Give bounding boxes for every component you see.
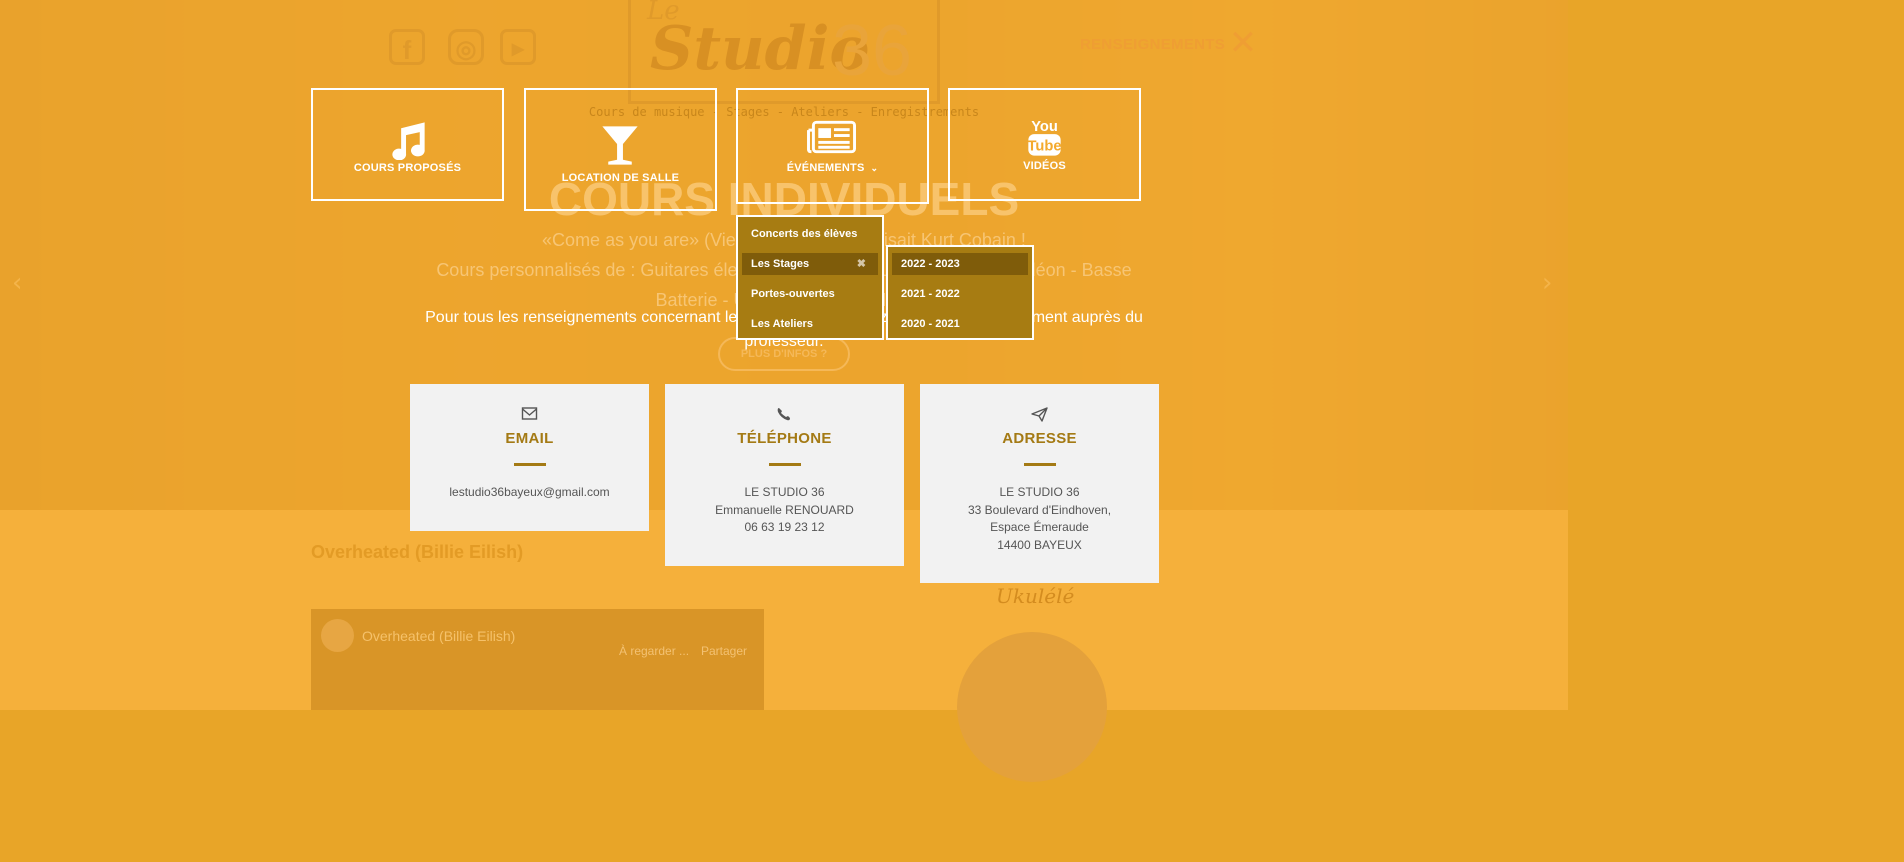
address-divider (1023, 463, 1056, 466)
video-share[interactable]: Partager (701, 644, 747, 658)
slider-next-arrow[interactable]: › (1542, 268, 1552, 298)
tile-evenements[interactable]: ÉVÉNEMENTS ⌄ (736, 88, 929, 204)
submenu-item-2021-2022[interactable]: 2021 - 2022 (892, 283, 1028, 305)
tile-location-salle[interactable]: LOCATION DE SALLE (524, 88, 717, 211)
phone-divider (768, 463, 801, 466)
music-note-icon (392, 122, 425, 160)
email-title: EMAIL (505, 430, 554, 447)
address-title: ADRESSE (1002, 430, 1077, 447)
ukulele-label: Ukulélé (996, 584, 1075, 608)
newspaper-icon (807, 120, 857, 154)
email-address[interactable]: lestudio36bayeux@gmail.com (410, 485, 649, 499)
svg-text:Tube: Tube (1028, 139, 1062, 155)
phone-icon (777, 408, 790, 421)
contact-menu-label[interactable]: RENSEIGNEMENTS (1080, 36, 1225, 53)
address-line-1: LE STUDIO 36 (999, 485, 1080, 499)
paper-plane-icon (1031, 407, 1048, 422)
dropdown-item-concerts[interactable]: Concerts des élèves (742, 223, 878, 245)
dropdown-item-stages-label: Les Stages (751, 258, 810, 270)
video-title[interactable]: Overheated (Billie Eilish) (362, 628, 515, 644)
contact-card-address: ADRESSE LE STUDIO 36 33 Boulevard d'Eind… (920, 384, 1159, 583)
chevron-down-icon: ⌄ (870, 163, 879, 173)
contact-card-email: EMAIL lestudio36bayeux@gmail.com (410, 384, 649, 531)
email-divider (513, 463, 546, 466)
submenu-item-2022-2023[interactable]: 2022 - 2023 (892, 253, 1028, 275)
slider-prev-arrow[interactable]: ‹ (12, 268, 22, 298)
tile-label-location: LOCATION DE SALLE (561, 172, 680, 184)
phone-number[interactable]: 06 63 19 23 12 (665, 520, 904, 534)
events-dropdown: Concerts des élèves Les Stages ✖ Portes-… (736, 215, 884, 340)
phone-title: TÉLÉPHONE (737, 430, 832, 447)
video-embed[interactable] (311, 609, 764, 710)
tile-cours-proposes[interactable]: COURS PROPOSÉS (311, 88, 504, 201)
close-submenu-icon[interactable]: ✖ (857, 253, 866, 275)
video-section-title: Overheated (Billie Eilish) (311, 542, 524, 562)
close-icon[interactable]: ✕ (1228, 26, 1258, 60)
youtube-logo-icon: You Tube (1028, 119, 1062, 156)
dropdown-item-portes-ouvertes[interactable]: Portes-ouvertes (742, 283, 878, 305)
tile-label-evenements: ÉVÉNEMENTS ⌄ (738, 162, 927, 174)
phone-line-1: LE STUDIO 36 (744, 485, 825, 499)
contact-card-phone: TÉLÉPHONE LE STUDIO 36 Emmanuelle RENOUA… (665, 384, 904, 566)
tile-label-cours: COURS PROPOSÉS (353, 162, 462, 174)
tile-videos[interactable]: You Tube VIDÉOS (948, 88, 1141, 201)
submenu-item-2020-2021[interactable]: 2020 - 2021 (892, 313, 1028, 335)
video-watch-later[interactable]: À regarder ... (619, 644, 689, 658)
address-line-2: 33 Boulevard d'Eindhoven, (967, 503, 1112, 517)
video-channel-avatar (321, 619, 354, 652)
phone-line-2: Emmanuelle RENOUARD (715, 503, 854, 517)
dropdown-item-ateliers[interactable]: Les Ateliers (742, 313, 878, 335)
tile-label-videos: VIDÉOS (1023, 160, 1066, 172)
evenements-label: ÉVÉNEMENTS (786, 162, 865, 174)
envelope-icon (521, 407, 538, 420)
svg-text:You: You (1031, 119, 1058, 135)
ukulele-image (957, 632, 1107, 782)
stages-submenu: 2022 - 2023 2021 - 2022 2020 - 2021 (886, 245, 1034, 340)
address-line-3: Espace Émeraude (990, 520, 1089, 534)
youtube-icon[interactable]: ▶ (500, 29, 536, 65)
cocktail-glass-icon (602, 126, 638, 165)
logo-number-text: 36 (832, 11, 913, 91)
instagram-icon[interactable]: ◎ (448, 29, 484, 65)
facebook-icon[interactable]: f (389, 29, 425, 65)
dropdown-item-stages[interactable]: Les Stages ✖ (742, 253, 878, 275)
address-line-4: 14400 BAYEUX (997, 538, 1082, 552)
